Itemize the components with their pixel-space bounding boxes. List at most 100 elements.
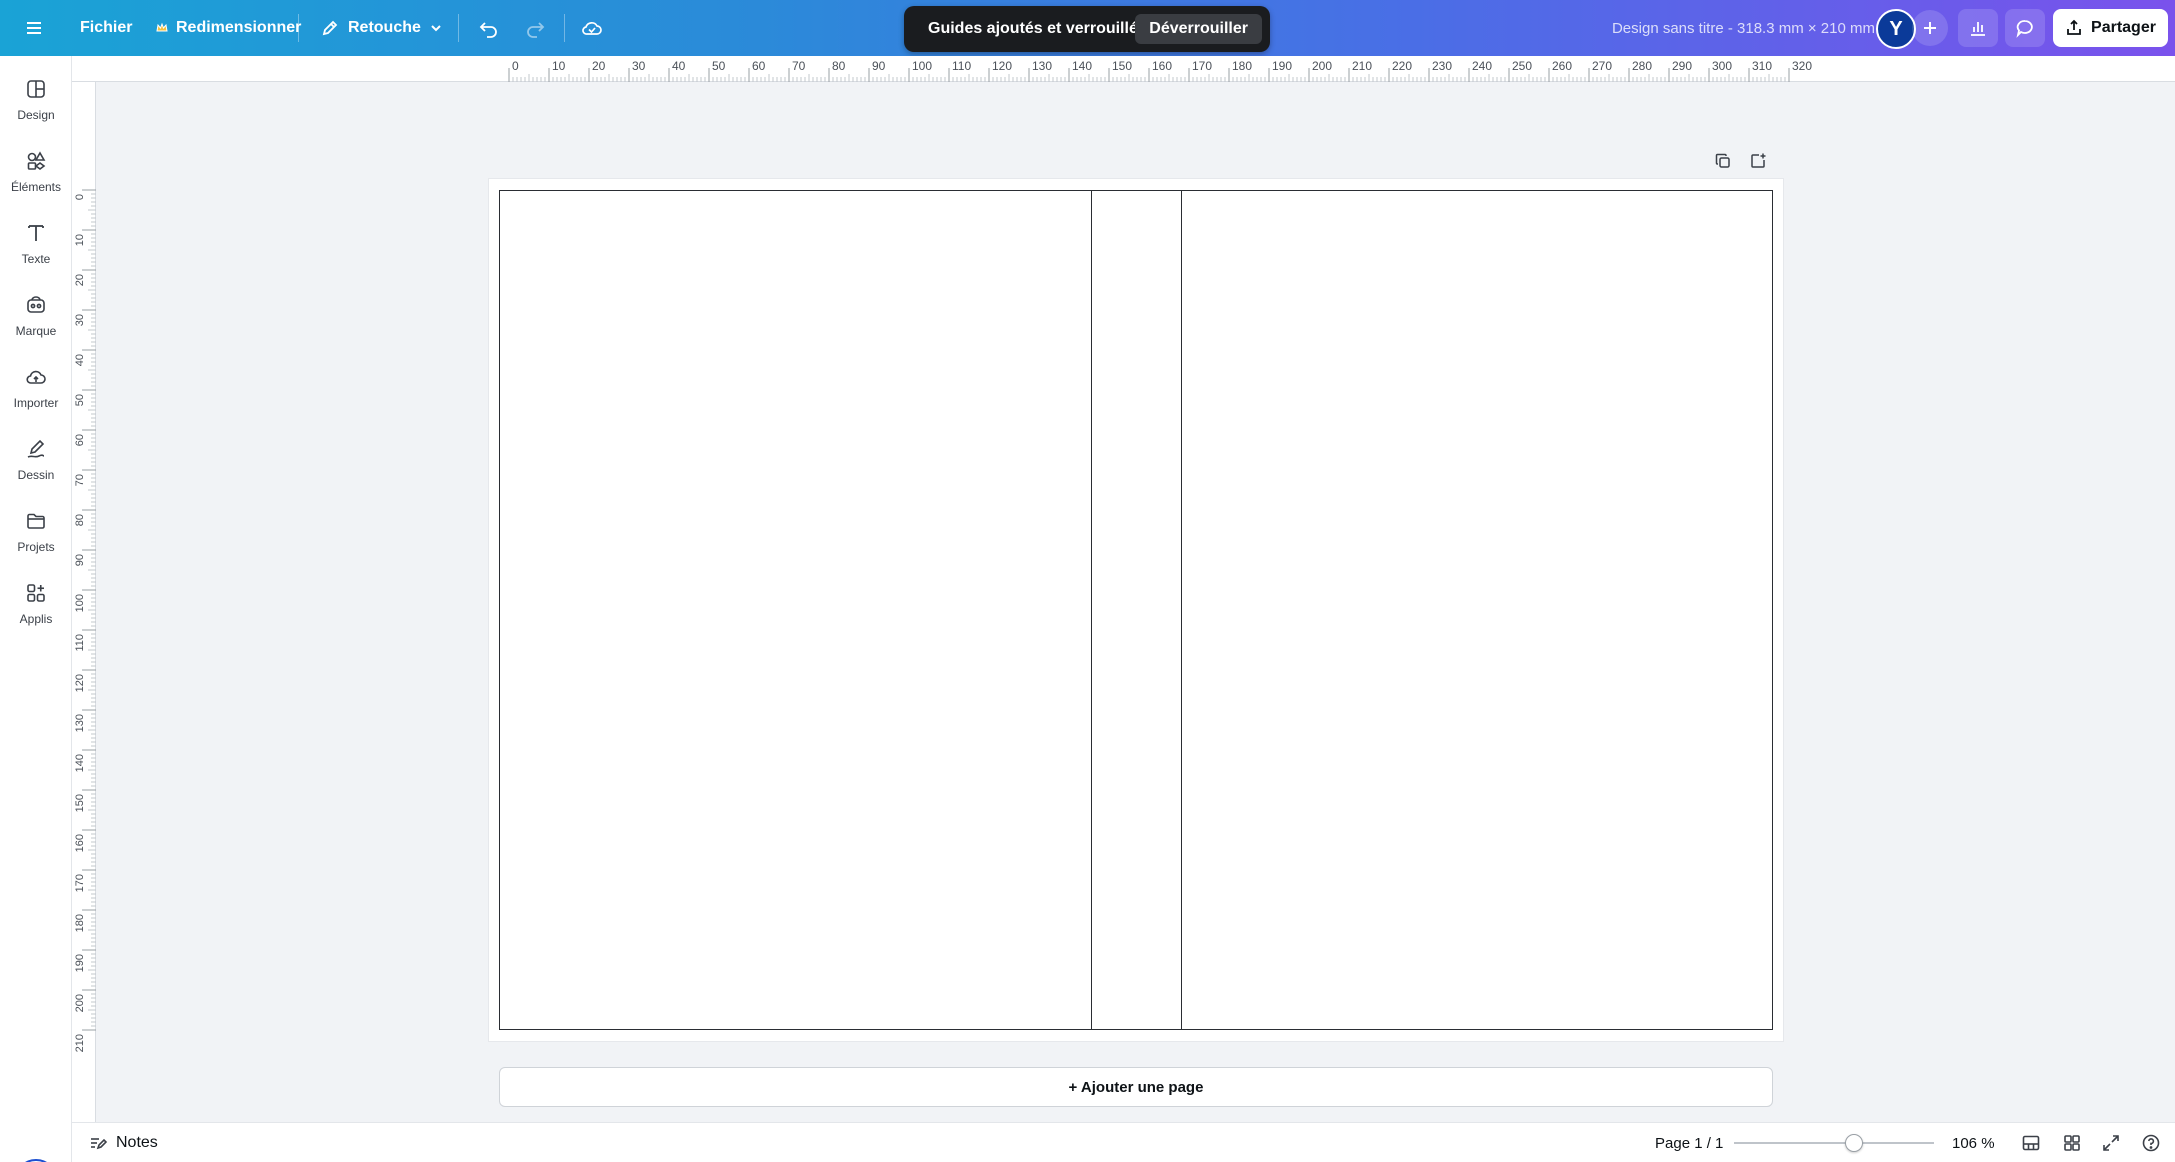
grid-view-icon (2064, 1135, 2080, 1151)
comments-button[interactable] (2005, 9, 2045, 47)
ruler-label: 0 (74, 194, 86, 200)
ruler-label: 220 (1392, 59, 1412, 73)
share-upload-icon (2067, 19, 2081, 35)
ruler-label: 60 (74, 434, 86, 446)
toolbar-divider (564, 14, 565, 42)
ruler-label: 290 (1672, 59, 1692, 73)
ruler-label: 70 (74, 474, 86, 486)
notes-icon (91, 1138, 108, 1150)
file-menu-button[interactable]: Fichier (80, 0, 132, 56)
ruler-label: 240 (1472, 59, 1492, 73)
page-counter[interactable]: Page 1 / 1 (1655, 1123, 1723, 1162)
sidebar-item-label: Éléments (10, 180, 62, 194)
share-label: Partager (2091, 19, 2156, 36)
ruler-label: 10 (552, 59, 566, 73)
horizontal-ruler[interactable]: 0 10 20 30 40 50 60 70 80 90 100 110 120 130 140 150 160… (72, 56, 2175, 82)
ruler-label: 150 (74, 794, 86, 812)
pencil-icon (322, 20, 338, 36)
notes-button[interactable]: Notes (88, 1123, 158, 1162)
help-icon (2142, 1134, 2160, 1152)
toast-message: Guides ajoutés et verrouillés (928, 20, 1147, 37)
sidebar-item-design[interactable]: Design (0, 66, 72, 134)
edit-mode-dropdown[interactable]: Retouche (320, 0, 443, 56)
undo-button[interactable] (478, 0, 500, 56)
left-sidebar: Design Éléments Texte Marque Importer De… (0, 56, 72, 1162)
add-page-button[interactable]: + Ajouter une page (499, 1067, 1773, 1107)
guide-line-left (1091, 191, 1092, 1029)
page-view-button[interactable] (2019, 1131, 2043, 1155)
ruler-label: 90 (872, 59, 886, 73)
ruler-label: 20 (592, 59, 606, 73)
zoom-slider-thumb[interactable] (1845, 1134, 1863, 1152)
add-page-top-button[interactable] (1746, 149, 1770, 173)
sidebar-item-projects[interactable]: Projets (0, 498, 72, 566)
ruler-label: 80 (74, 514, 86, 526)
draw-icon (27, 439, 45, 458)
unlock-button[interactable]: Déverrouiller (1135, 14, 1262, 44)
ruler-label: 230 (1432, 59, 1452, 73)
sidebar-item-label: Design (17, 108, 55, 122)
ruler-label: 100 (912, 59, 932, 73)
ruler-label: 40 (672, 59, 686, 73)
ruler-label: 320 (1792, 59, 1812, 73)
ruler-label: 310 (1752, 59, 1772, 73)
ruler-label: 80 (832, 59, 846, 73)
invite-button[interactable] (1912, 10, 1948, 46)
ruler-label: 140 (74, 754, 86, 772)
sidebar-item-apps[interactable]: Applis (0, 570, 72, 638)
sidebar-item-upload[interactable]: Importer (0, 354, 72, 422)
grid-view-button[interactable] (2060, 1131, 2084, 1155)
share-button[interactable]: Partager (2053, 9, 2168, 47)
duplicate-page-button[interactable] (1711, 149, 1735, 173)
file-menu-label: Fichier (80, 19, 133, 36)
menu-button[interactable] (24, 0, 44, 56)
ruler-label: 120 (992, 59, 1012, 73)
resize-button[interactable]: Redimensionner (156, 0, 301, 56)
ruler-label: 170 (74, 874, 86, 892)
zoom-slider-track[interactable] (1734, 1142, 1934, 1144)
insights-button[interactable] (1958, 9, 1998, 47)
ruler-label: 160 (1152, 59, 1172, 73)
save-status-button[interactable] (580, 0, 604, 56)
sidebar-item-brand[interactable]: Marque (0, 282, 72, 350)
design-icon (27, 80, 45, 98)
ruler-label: 180 (1232, 59, 1252, 73)
sidebar-item-elements[interactable]: Éléments (0, 138, 72, 206)
ruler-label: 210 (1352, 59, 1372, 73)
ruler-label: 90 (74, 554, 86, 566)
ruler-label: 100 (74, 594, 86, 612)
sidebar-item-label: Projets (17, 540, 55, 554)
sidebar-item-text[interactable]: Texte (0, 210, 72, 278)
ruler-label: 200 (1312, 59, 1332, 73)
ruler-label: 50 (712, 59, 726, 73)
ruler-label: 300 (1712, 59, 1732, 73)
ruler-label: 130 (1032, 59, 1052, 73)
bar-chart-icon (1971, 22, 1985, 36)
add-page-icon (1751, 153, 1766, 168)
ruler-label: 160 (74, 834, 86, 852)
user-avatar[interactable]: Y (1876, 9, 1916, 49)
fullscreen-icon (2103, 1135, 2119, 1151)
cloud-check-icon (582, 22, 602, 35)
zoom-value[interactable]: 106 % (1952, 1123, 1995, 1162)
elements-icon (27, 151, 46, 170)
vertical-ruler[interactable]: 0 10 20 30 40 50 60 70 80 90 100 110 120 130 140 150 160… (72, 82, 96, 1122)
brand-icon (27, 296, 45, 313)
ruler-label: 10 (74, 234, 86, 246)
ruler-label: 190 (1272, 59, 1292, 73)
help-button[interactable] (2139, 1131, 2163, 1155)
redo-button[interactable] (524, 0, 546, 56)
folder-icon (27, 513, 45, 529)
document-title[interactable]: Design sans titre - 318.3 mm × 210 mm (1612, 0, 1875, 56)
ruler-label: 120 (74, 674, 86, 692)
ruler-label: 180 (74, 914, 86, 932)
sidebar-item-draw[interactable]: Dessin (0, 426, 72, 494)
ruler-label: 200 (74, 994, 86, 1012)
ruler-label: 0 (512, 59, 519, 73)
fullscreen-button[interactable] (2099, 1131, 2123, 1155)
page-view-icon (2022, 1135, 2040, 1151)
horizontal-ruler-ticks: 0 10 20 30 40 50 60 70 80 90 100 110 120 130 140 150 160… (508, 59, 1812, 82)
design-page[interactable] (499, 190, 1773, 1030)
ruler-label: 260 (1552, 59, 1572, 73)
hamburger-icon (27, 22, 41, 34)
